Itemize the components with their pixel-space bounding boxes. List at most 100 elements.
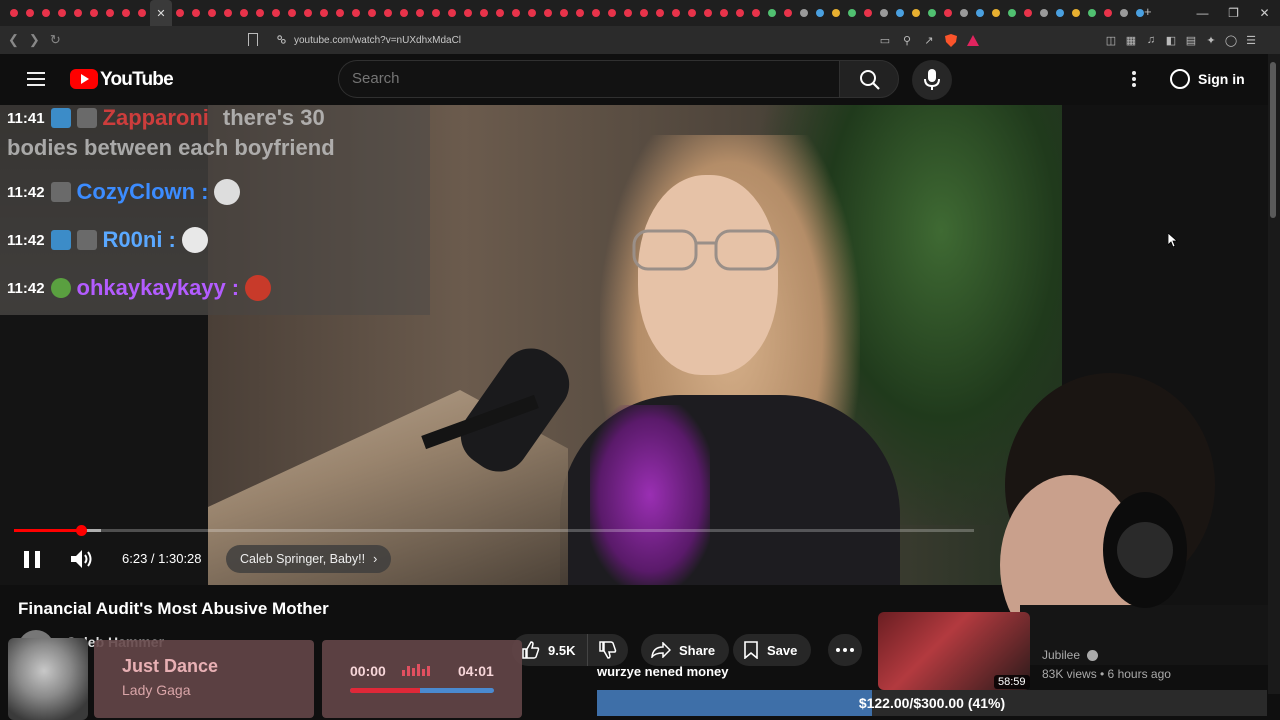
tab-favicon-icon[interactable] <box>6 0 22 26</box>
tab-favicon-icon[interactable] <box>396 0 412 26</box>
tab-favicon-icon[interactable] <box>38 0 54 26</box>
tab-favicon-icon[interactable] <box>476 0 492 26</box>
video-player[interactable]: 11:41 Zapparoni there's 30 bodies betwee… <box>0 105 1062 585</box>
tab-favicon-icon[interactable] <box>1068 0 1084 26</box>
tab-favicon-icon[interactable] <box>444 0 460 26</box>
zoom-icon[interactable]: ⚲ <box>900 33 914 47</box>
tab-favicon-icon[interactable] <box>604 0 620 26</box>
tab-favicon-icon[interactable] <box>956 0 972 26</box>
tab-favicon-icon[interactable] <box>684 0 700 26</box>
hamburger-menu-icon[interactable] <box>27 72 45 86</box>
reload-icon[interactable]: ↻ <box>50 32 61 48</box>
tab-favicon-icon[interactable] <box>764 0 780 26</box>
tab-favicon-icon[interactable] <box>220 0 236 26</box>
back-icon[interactable]: ❮ <box>8 32 19 48</box>
search-input[interactable] <box>352 70 832 87</box>
tab-favicon-icon[interactable] <box>118 0 134 26</box>
tab-favicon-icon[interactable] <box>300 0 316 26</box>
progress-scrubber[interactable] <box>76 525 87 536</box>
pause-icon[interactable] <box>24 551 40 568</box>
tab-favicon-icon[interactable] <box>812 0 828 26</box>
forward-icon[interactable]: ❯ <box>29 32 40 48</box>
tab-favicon-icon[interactable] <box>54 0 70 26</box>
tab-favicon-icon[interactable] <box>796 0 812 26</box>
tab-favicon-icon[interactable] <box>332 0 348 26</box>
tab-favicon-icon[interactable] <box>860 0 876 26</box>
tab-favicon-icon[interactable] <box>572 0 588 26</box>
tab-favicon-icon[interactable] <box>892 0 908 26</box>
tab-favicon-icon[interactable] <box>844 0 860 26</box>
share-page-icon[interactable]: ↗ <box>922 33 936 47</box>
tab-favicon-icon[interactable] <box>172 0 188 26</box>
sign-in-button[interactable]: Sign in <box>1166 64 1256 94</box>
save-button[interactable]: Save <box>733 634 812 666</box>
tab-favicon-icon[interactable] <box>540 0 556 26</box>
share-button[interactable]: Share <box>641 634 730 666</box>
tab-favicon-icon[interactable] <box>876 0 892 26</box>
tab-favicon-icon[interactable] <box>86 0 102 26</box>
youtube-logo-icon[interactable] <box>70 69 98 89</box>
maximize-button[interactable]: ❐ <box>1218 0 1249 26</box>
chapter-button[interactable]: Caleb Springer, Baby!! › <box>226 545 392 573</box>
more-actions-button[interactable] <box>828 634 862 666</box>
tab-favicon-icon[interactable] <box>940 0 956 26</box>
tab-favicon-icon[interactable] <box>972 0 988 26</box>
tab-favicon-icon[interactable] <box>988 0 1004 26</box>
tab-favicon-icon[interactable] <box>268 0 284 26</box>
tab-favicon-icon[interactable] <box>908 0 924 26</box>
tab-favicon-icon[interactable] <box>588 0 604 26</box>
tab-favicon-icon[interactable] <box>716 0 732 26</box>
tab-favicon-icon[interactable] <box>1020 0 1036 26</box>
tab-favicon-icon[interactable] <box>1036 0 1052 26</box>
browser-menu-icon[interactable]: ☰ <box>1244 33 1258 47</box>
tab-favicon-icon[interactable] <box>188 0 204 26</box>
tab-favicon-icon[interactable] <box>524 0 540 26</box>
tab-favicon-icon[interactable] <box>316 0 332 26</box>
tab-favicon-icon[interactable] <box>1004 0 1020 26</box>
tab-favicon-icon[interactable] <box>460 0 476 26</box>
tab-favicon-icon[interactable] <box>102 0 118 26</box>
sidebar-icon[interactable]: ◧ <box>1164 33 1178 47</box>
site-settings-icon[interactable] <box>276 34 287 45</box>
tab-favicon-icon[interactable] <box>204 0 220 26</box>
tab-favicon-icon[interactable] <box>1116 0 1132 26</box>
bookmark-icon[interactable] <box>248 33 258 46</box>
tab-favicon-icon[interactable] <box>748 0 764 26</box>
screenshot-icon[interactable]: ▦ <box>1124 33 1138 47</box>
tab-favicon-icon[interactable] <box>428 0 444 26</box>
progress-bar[interactable] <box>14 529 974 532</box>
tab-favicon-icon[interactable] <box>556 0 572 26</box>
active-tab-close-icon[interactable]: ✕ <box>150 0 172 26</box>
search-button[interactable] <box>839 60 899 98</box>
tab-favicon-icon[interactable] <box>828 0 844 26</box>
tab-favicon-icon[interactable] <box>620 0 636 26</box>
related-video-channel[interactable]: Jubilee <box>1042 648 1099 662</box>
tab-favicon-icon[interactable] <box>284 0 300 26</box>
tab-favicon-icon[interactable] <box>412 0 428 26</box>
extensions-icon[interactable]: ◫ <box>1104 33 1118 47</box>
tab-favicon-icon[interactable] <box>636 0 652 26</box>
vpn-icon[interactable]: ◯ <box>1224 33 1238 47</box>
new-tab-button[interactable]: + <box>1144 4 1152 19</box>
scrollbar-thumb[interactable] <box>1270 62 1276 218</box>
wallet-icon[interactable]: ▤ <box>1184 33 1198 47</box>
dislike-button[interactable] <box>588 634 629 666</box>
tab-favicon-icon[interactable] <box>924 0 940 26</box>
tab-favicon-icon[interactable] <box>1052 0 1068 26</box>
brave-shield-icon[interactable] <box>944 33 958 47</box>
tab-favicon-icon[interactable] <box>1100 0 1116 26</box>
minimize-button[interactable]: — <box>1187 0 1218 26</box>
tab-favicon-icon[interactable] <box>134 0 150 26</box>
tab-favicon-icon[interactable] <box>380 0 396 26</box>
tab-favicon-icon[interactable] <box>508 0 524 26</box>
tab-favicon-icon[interactable] <box>1084 0 1100 26</box>
leo-icon[interactable]: ✦ <box>1204 33 1218 47</box>
media-icon[interactable]: ♫ <box>1144 33 1158 47</box>
tab-favicon-icon[interactable] <box>252 0 268 26</box>
youtube-wordmark[interactable]: YouTube <box>100 69 174 91</box>
tab-favicon-icon[interactable] <box>70 0 86 26</box>
like-button[interactable]: 9.5K <box>512 634 589 666</box>
settings-more-icon[interactable] <box>1132 71 1136 87</box>
tab-favicon-icon[interactable] <box>348 0 364 26</box>
tab-favicon-icon[interactable] <box>652 0 668 26</box>
